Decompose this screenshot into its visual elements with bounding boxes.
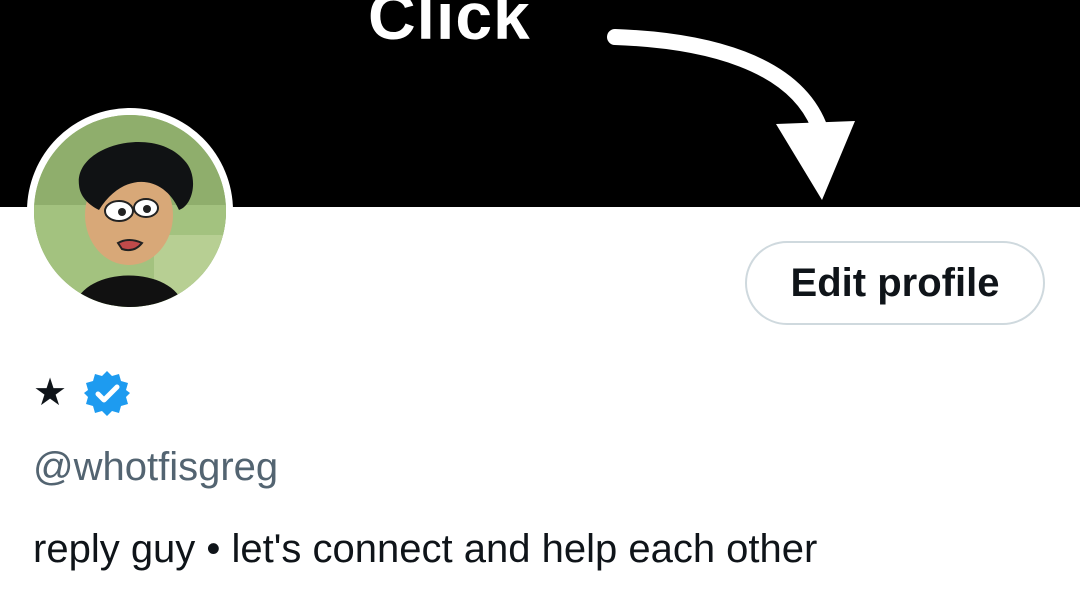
avatar[interactable] bbox=[34, 115, 226, 307]
profile-bio: reply guy • let's connect and help each … bbox=[33, 527, 818, 571]
verified-badge-icon[interactable] bbox=[83, 369, 131, 417]
display-name: ★ bbox=[33, 372, 68, 414]
avatar-frame[interactable] bbox=[27, 108, 233, 314]
display-name-row: ★ bbox=[33, 368, 131, 418]
edit-profile-button[interactable]: Edit profile bbox=[745, 241, 1045, 325]
profile-handle: @whotfisgreg bbox=[33, 445, 279, 489]
avatar-cartoon-image bbox=[34, 115, 226, 307]
